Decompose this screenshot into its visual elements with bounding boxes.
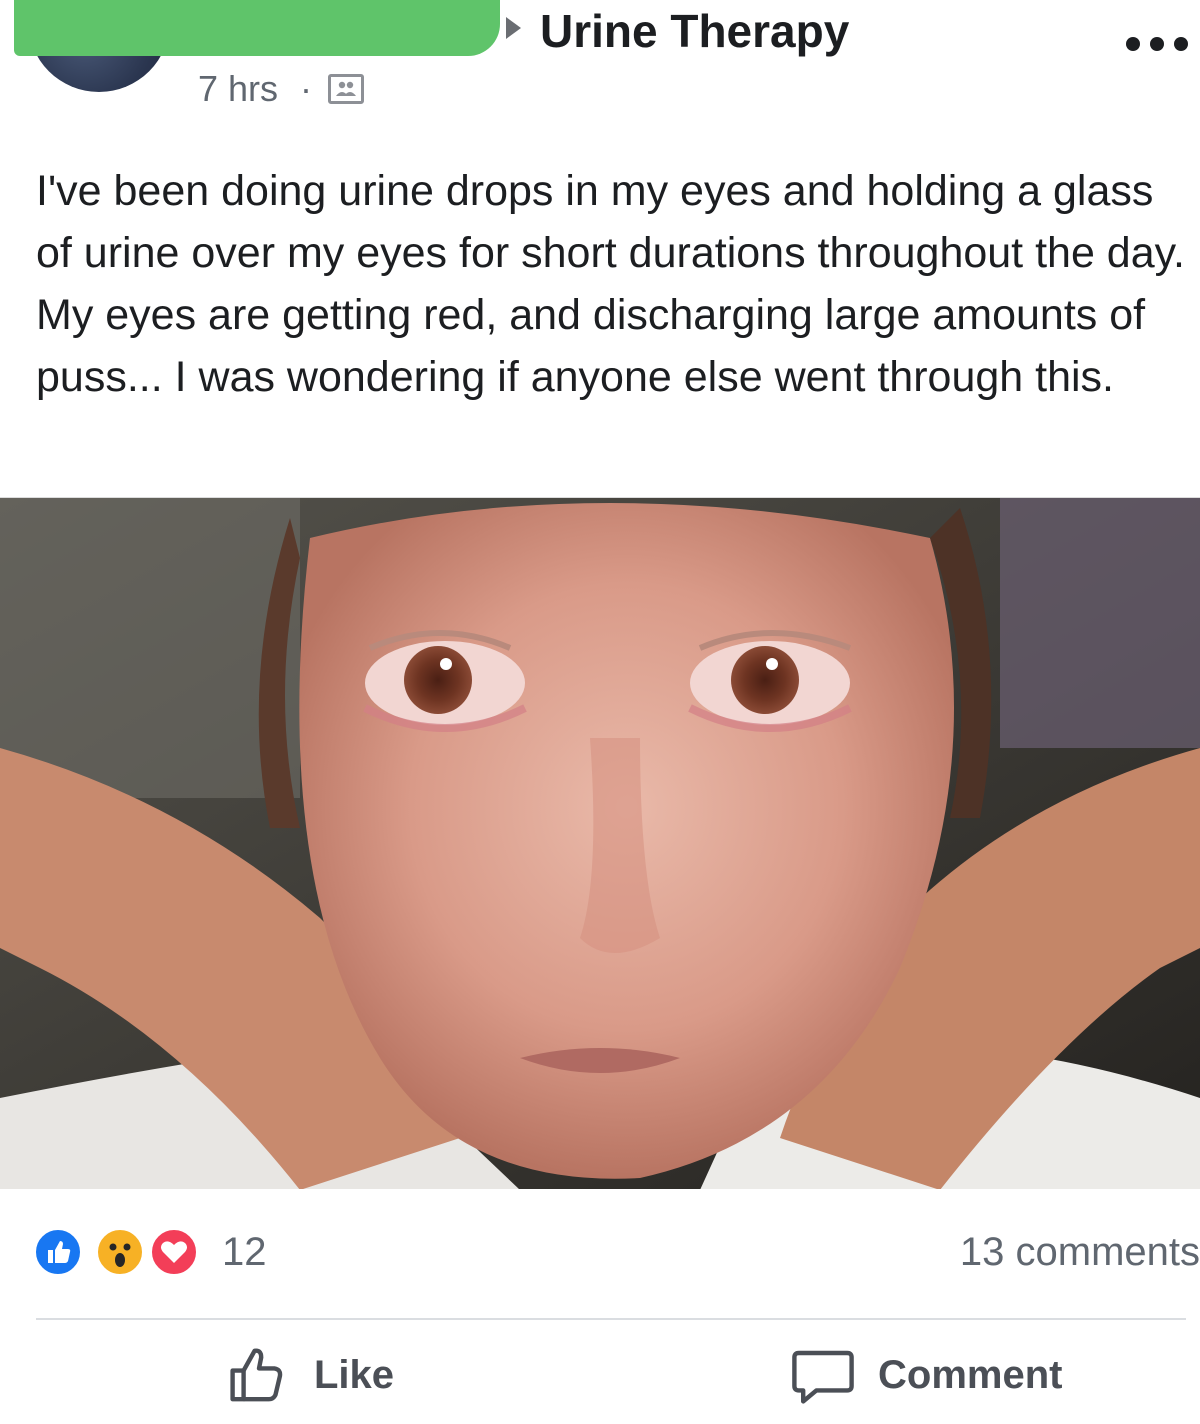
facebook-post: Urine Therapy 7 hrs · I've been doing ur… — [0, 0, 1200, 1424]
name-redaction — [14, 0, 500, 56]
comment-bubble-icon — [790, 1342, 856, 1408]
post-timestamp[interactable]: 7 hrs — [198, 68, 278, 110]
post-header: Urine Therapy 7 hrs · — [0, 0, 1200, 130]
group-privacy-icon — [328, 74, 364, 104]
more-options-icon[interactable] — [1126, 36, 1188, 52]
like-button[interactable]: Like — [226, 1340, 394, 1410]
like-label: Like — [314, 1352, 395, 1397]
post-body-text: I've been doing urine drops in my eyes a… — [36, 167, 1185, 401]
divider — [36, 1318, 1186, 1320]
reaction-count[interactable]: 12 — [222, 1230, 267, 1275]
group-name[interactable]: Urine Therapy — [540, 4, 849, 58]
thumbs-up-icon — [226, 1342, 292, 1408]
like-icon[interactable] — [32, 1226, 84, 1278]
post-photo[interactable] — [0, 497, 1200, 1189]
wow-icon[interactable] — [94, 1226, 146, 1278]
comments-count[interactable]: 13 comments — [960, 1230, 1200, 1275]
comment-button[interactable]: Comment — [790, 1340, 1062, 1410]
love-icon[interactable] — [148, 1226, 200, 1278]
reactions-bar: 12 13 comments — [0, 1200, 1200, 1310]
separator-dot: · — [300, 68, 312, 109]
arrow-right-icon — [506, 17, 521, 39]
comment-label: Comment — [878, 1352, 1063, 1397]
